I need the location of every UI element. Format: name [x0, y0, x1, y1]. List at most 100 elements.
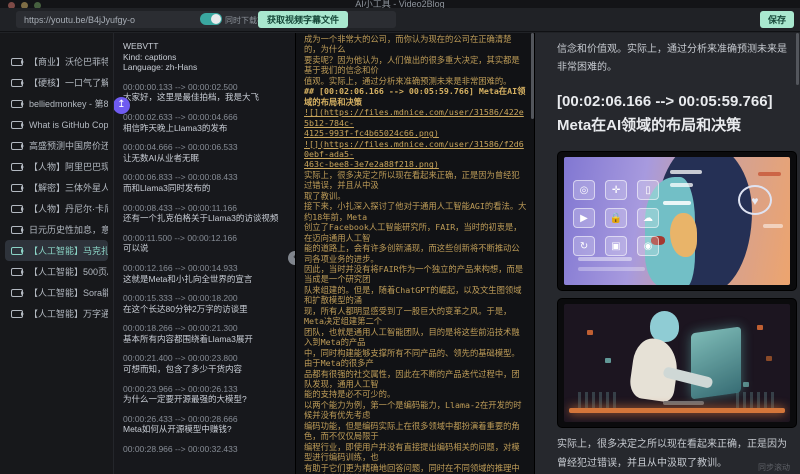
cloud-icon: ☁	[637, 208, 659, 228]
cue-timestamp: 00:00:15.333 --> 00:00:18.200	[123, 293, 295, 304]
cue-timestamp: 00:00:11.500 --> 00:00:12.166	[123, 233, 295, 244]
circuit-chip-shape	[605, 358, 611, 363]
app-window: AI小工具 - Video2Blog 同时下载视频 获取视频字幕文件 保存 【商…	[0, 0, 800, 474]
video-camera-icon	[11, 205, 23, 213]
sidebar-video-item-label: 【硬核】一口气了解黄...	[29, 76, 108, 89]
editor-line: 创立了Facebook人工智能研究所，FAIR，当时的初衷是，在迈向通用人工智	[304, 222, 528, 243]
sidebar-video-item-label: 高盛预测中国房价还将...	[29, 139, 108, 152]
cue-text: 基本所有内容都围绕着Llama3展开	[123, 334, 295, 345]
editor-line: 有助于它们更为精确地回答问题，同时在不同领域的推理中展现出卓越的能力。	[304, 463, 528, 474]
sync-scroll-label[interactable]: 同步滚动	[758, 462, 790, 473]
subtitle-cue: 00:00:00.133 --> 00:00:02.500 大家好，这里是最佳拍…	[123, 82, 295, 103]
sidebar-video-item[interactable]: 【人工智能】500页AI报...	[5, 261, 108, 282]
editor-line: 要卖呢？因为他认为，人们做出的很多重大决定，其实都是基于我们的信念和价	[304, 55, 528, 76]
cue-text: 可以说	[123, 243, 295, 254]
sidebar-video-item[interactable]: 【人物】阿里巴巴现在...	[5, 156, 108, 177]
circuit-chip-shape	[743, 382, 749, 387]
subtitle-cue: 00:00:26.433 --> 00:00:28.666 Meta如何从开源模…	[123, 414, 295, 435]
sidebar-video-item[interactable]: 【硬核】一口气了解黄...	[5, 72, 108, 93]
equalizer-bars-shape	[736, 392, 776, 408]
download-video-toggle[interactable]	[200, 13, 222, 25]
editor-line: 4125-993f-fc4b65024c66.png)	[304, 128, 528, 138]
cue-text: 这就是Meta和小扎向全世界的宣言	[123, 274, 295, 285]
sidebar-video-item[interactable]: 【人工智能】Sora能否...	[5, 282, 108, 303]
editor-content: 成为一个非常大的公司，而你认为现在的公司在正确清楚的，为什么要卖呢？因为他认为，…	[304, 34, 528, 474]
sidebar-video-item-label: 【人工智能】万字通俗...	[29, 307, 108, 320]
share-icon: ↥	[117, 99, 125, 110]
equalizer-bars-shape	[578, 392, 618, 408]
video-list-sidebar: 【商业】沃伦巴菲特20... 【硬核】一口气了解黄... belliedmonk…	[0, 33, 113, 474]
cue-timestamp: 00:00:02.633 --> 00:00:04.666	[123, 112, 295, 123]
sidebar-video-item[interactable]: 【解密】三体外星人木...	[5, 177, 108, 198]
window-title: AI小工具 - Video2Blog	[0, 0, 800, 8]
video-camera-icon	[11, 100, 23, 108]
sidebar-video-item[interactable]: 【人工智能】马克扎克...	[5, 240, 108, 261]
circuit-chip-shape	[757, 325, 763, 330]
cue-text: 可想而知，包含了多少干货内容	[123, 364, 295, 375]
subtitle-cue-list: 00:00:00.133 --> 00:00:02.500 大家好，这里是最佳拍…	[123, 82, 295, 455]
cue-timestamp: 00:00:18.266 --> 00:00:21.300	[123, 323, 295, 334]
sidebar-video-item[interactable]: 【人工智能】万字通俗...	[5, 303, 108, 324]
robot-coding-illustration	[564, 304, 790, 422]
preview-image-2	[557, 298, 797, 428]
robot-head-shape	[650, 311, 679, 342]
chevron-left-icon: ‹	[293, 251, 295, 263]
cue-timestamp: 00:00:26.433 --> 00:00:28.666	[123, 414, 295, 425]
sidebar-video-item[interactable]: belliedmonkey - 第87...	[5, 93, 108, 114]
video-camera-icon	[11, 79, 23, 87]
save-button[interactable]: 保存	[760, 11, 794, 28]
fetch-subtitles-button[interactable]: 获取视频字幕文件	[258, 11, 348, 28]
preview-image-1: ◎ ✛ ▯ ▶ 🔒 ☁ ↻ ▣ ◉ ♥	[557, 151, 797, 291]
lock-icon: 🔒	[605, 208, 627, 228]
dot-icon: ◉	[637, 236, 659, 256]
cue-text: 在这个长达80分钟2万字的访谈里	[123, 304, 295, 315]
cue-timestamp: 00:00:06.833 --> 00:00:08.433	[123, 172, 295, 183]
sidebar-video-item[interactable]: 日元历史性加息，意味...	[5, 219, 108, 240]
sidebar-video-item[interactable]: 【人物】丹尼尔·卡尼曼 ...	[5, 198, 108, 219]
subtitle-cue: 00:00:08.433 --> 00:00:11.166 还有一个扎克伯格关于…	[123, 203, 295, 224]
preview-scrollbar-thumb[interactable]	[796, 33, 799, 85]
cue-text: 让无数AI从业者无眠	[123, 153, 295, 164]
editor-line: ## [00:02:06.166 --> 00:05:59.766] Meta在…	[304, 86, 528, 107]
annotation-bar	[578, 257, 632, 261]
main-area: 【商业】沃伦巴菲特20... 【硬核】一口气了解黄... belliedmonk…	[0, 33, 800, 474]
editor-line: ![](https://files.mdnice.com/user/31586/…	[304, 139, 528, 160]
editor-line: ![](https://files.mdnice.com/user/31586/…	[304, 107, 528, 128]
preview-section-heading: [00:02:06.166 --> 00:05:59.766] Meta在AI领…	[557, 90, 787, 138]
sidebar-video-item-label: What is GitHub Copilot...	[29, 120, 108, 130]
sidebar-video-item[interactable]: 【商业】沃伦巴菲特20...	[5, 51, 108, 72]
cue-text: 大家好，这里是最佳拍档，我是大飞	[123, 92, 295, 103]
video-camera-icon	[11, 247, 23, 255]
editor-line: 队来组建的。但是，随着ChatGPT的崛起，以及文生图领域和扩散模型的涌	[304, 285, 528, 306]
cue-timestamp: 00:00:04.666 --> 00:00:06.533	[123, 142, 295, 153]
annotation-bar	[670, 170, 702, 174]
collapse-panel-button[interactable]: ‹	[288, 251, 295, 265]
keyboard-shape	[663, 401, 704, 405]
editor-line: 编码功能，但是编码实际上在很多领域中都扮演着重要的角色，而不仅仅局限于	[304, 421, 528, 442]
sidebar-video-item[interactable]: What is GitHub Copilot...	[5, 114, 108, 135]
titlebar: AI小工具 - Video2Blog	[0, 0, 800, 8]
cue-text: 为什么一定要开源最强的大模型?	[123, 394, 295, 405]
subtitle-file-header: WEBVTT Kind: captions Language: zh-Hans	[123, 41, 295, 73]
play-icon: ▶	[573, 208, 595, 228]
circuit-chip-shape	[587, 330, 593, 335]
editor-line: 接下来，小扎深入探讨了他对于通用人工智能AGI的看法。大约18年前，Meta	[304, 201, 528, 222]
editor-line: 实际上，很多决定之所以现在看起来正确，正是因为曾经犯过错误，并且从中汲	[304, 170, 528, 191]
sidebar-video-item-label: belliedmonkey - 第87...	[29, 97, 108, 110]
cue-text: 而和Llama3同时发布的	[123, 183, 295, 194]
subtitle-panel[interactable]: WEBVTT Kind: captions Language: zh-Hans …	[113, 33, 295, 474]
subtitle-cue: 00:00:21.400 --> 00:00:23.800 可想而知，包含了多少…	[123, 353, 295, 374]
subtitle-cue: 00:00:02.633 --> 00:00:04.666 相信昨天晚上Llam…	[123, 112, 295, 133]
editor-line: 以两个能力为例，第一个是编码能力，Llama-2在开发的时候并没有优先考虑	[304, 400, 528, 421]
editor-line: 成为一个非常大的公司，而你认为现在的公司在正确清楚的，为什么	[304, 34, 528, 55]
export-button[interactable]: ↥	[113, 97, 130, 114]
markdown-editor[interactable]: 成为一个非常大的公司，而你认为现在的公司在正确清楚的，为什么要卖呢？因为他认为，…	[295, 33, 534, 474]
sidebar-video-item-label: 【商业】沃伦巴菲特20...	[29, 55, 108, 68]
illustration-icon-grid: ◎ ✛ ▯ ▶ 🔒 ☁ ↻ ▣ ◉	[573, 180, 659, 256]
sidebar-video-item[interactable]: 高盛预测中国房价还将...	[5, 135, 108, 156]
cue-timestamp: 00:00:00.133 --> 00:00:02.500	[123, 82, 295, 93]
illustration-cheek-shape	[670, 213, 697, 257]
toolbar: 同时下载视频 获取视频字幕文件 保存	[0, 8, 800, 32]
cue-timestamp: 00:00:08.433 --> 00:00:11.166	[123, 203, 295, 214]
editor-line: 因此，当时并没有将FAIR作为一个独立的产品来构想，而是当成是一个研究团	[304, 264, 528, 285]
